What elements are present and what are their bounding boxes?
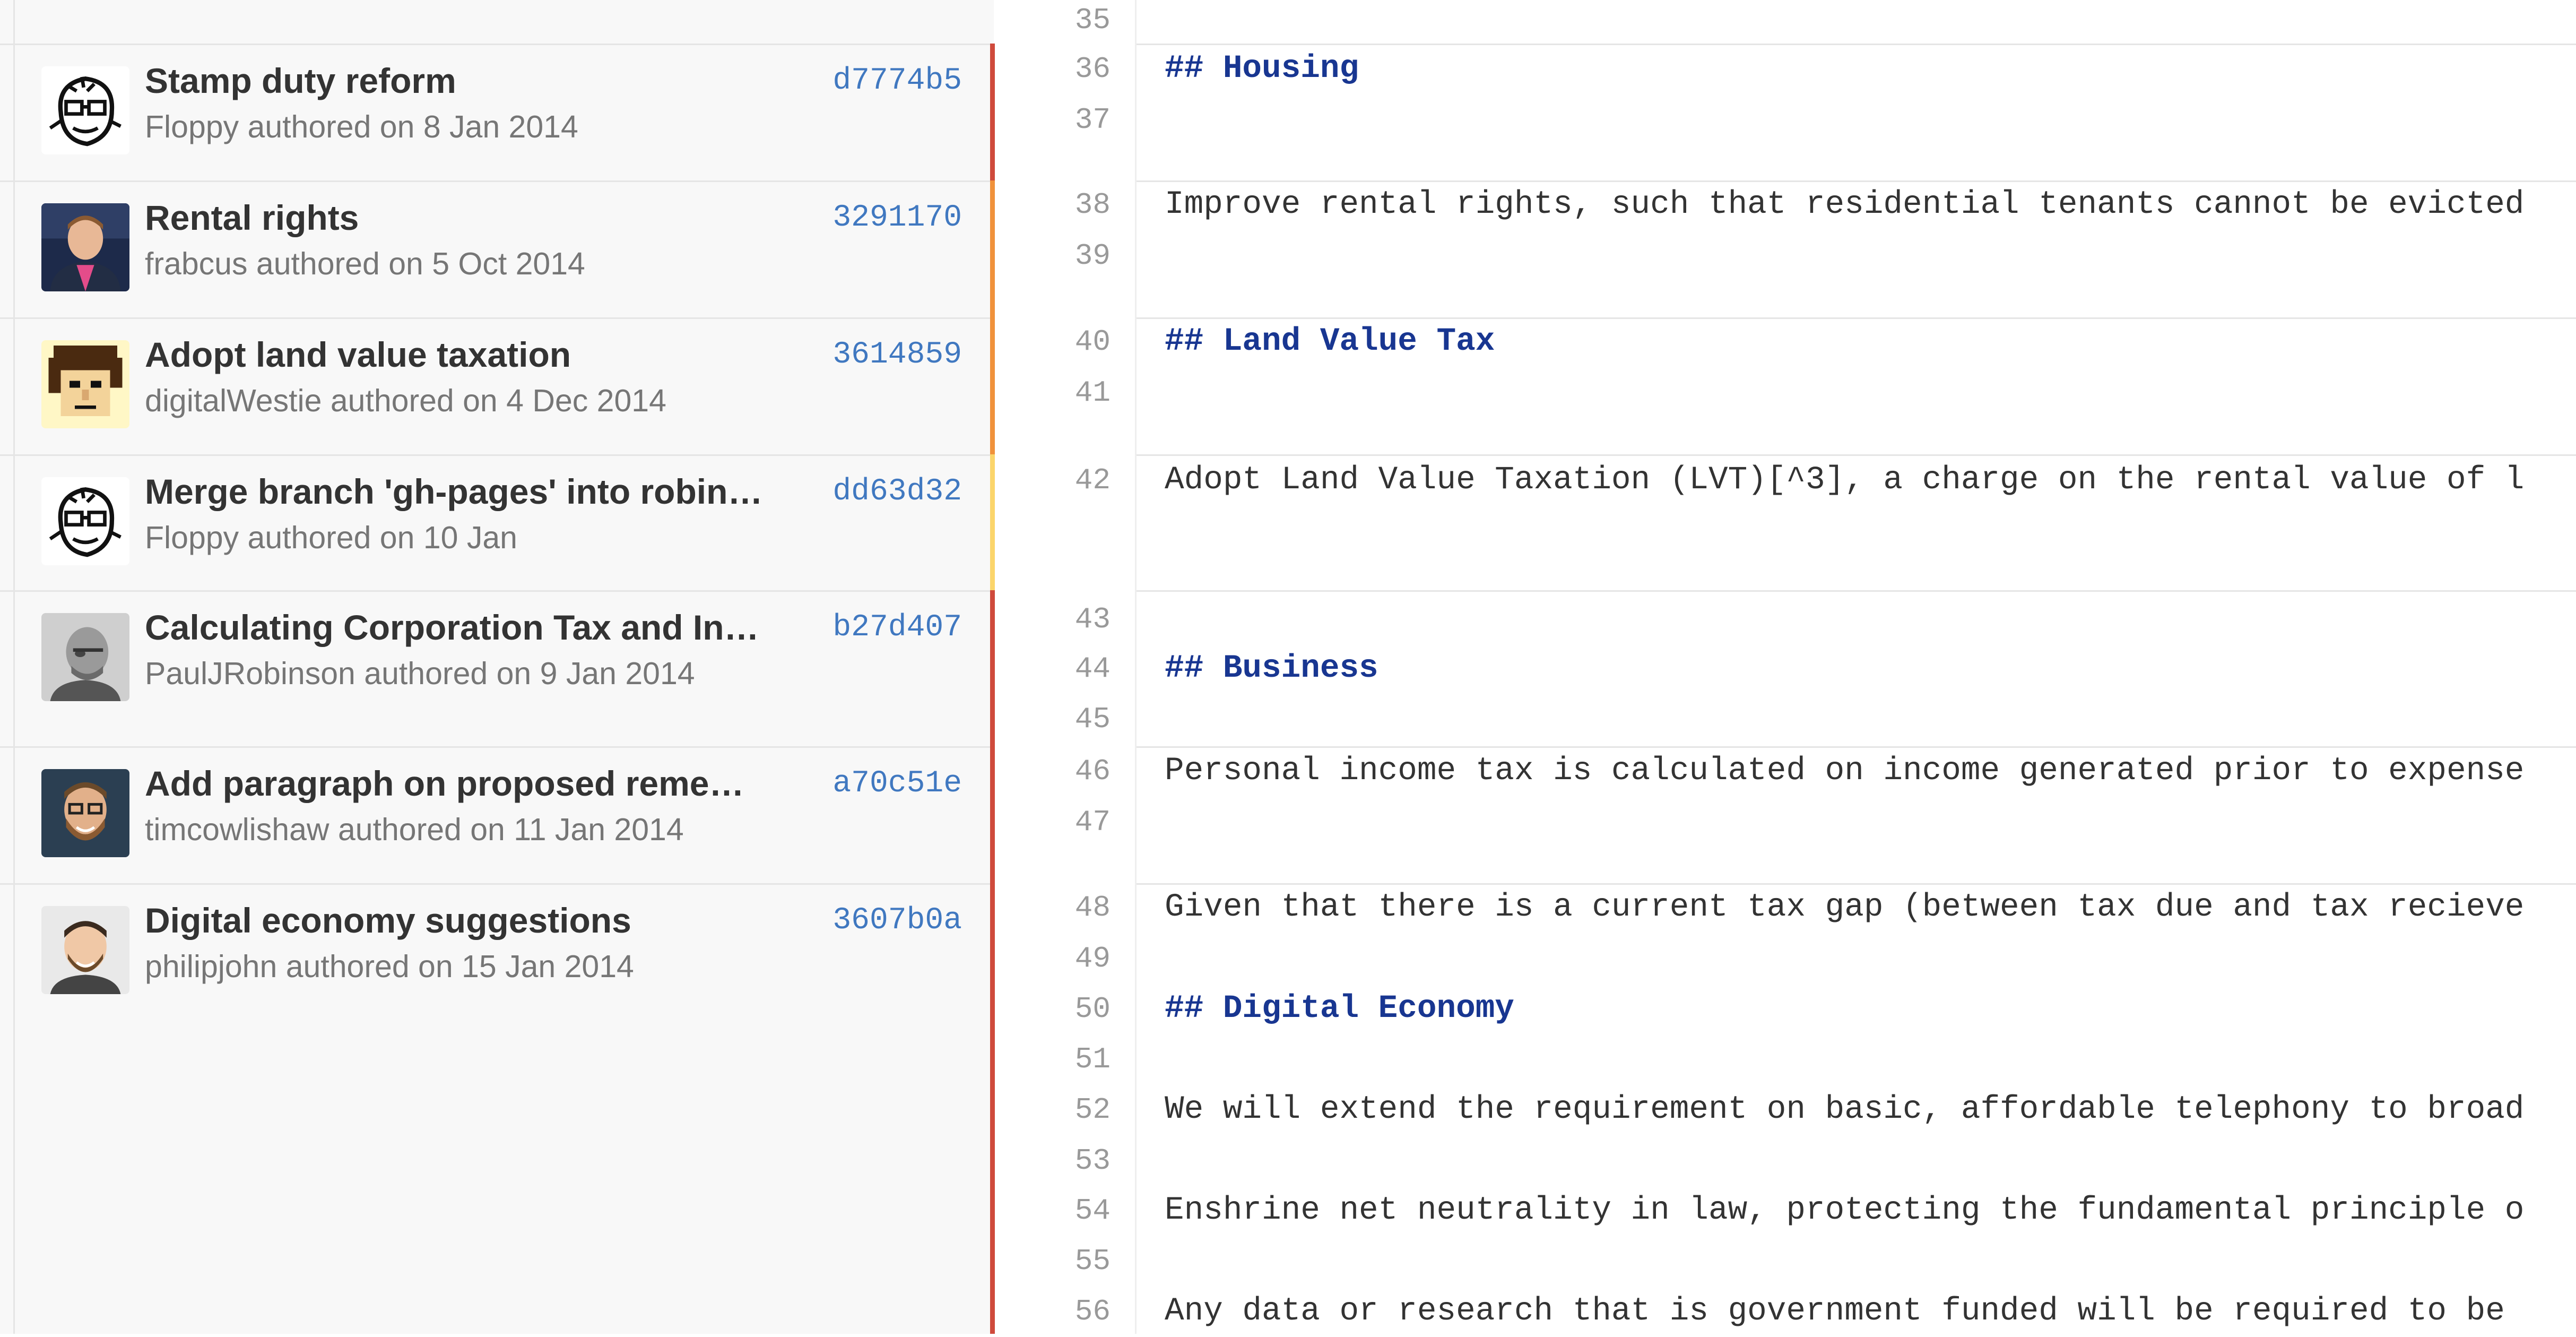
line-number[interactable]: 40 xyxy=(995,316,1111,367)
line-number[interactable]: 42 xyxy=(995,455,1111,506)
commit-meta: frabcus authored on 5 Oct 2014 xyxy=(145,245,835,283)
commit-date: authored on 10 Jan xyxy=(247,520,517,555)
commit-sha-link[interactable]: 3291170 xyxy=(832,197,962,239)
commit-block: Rental rights frabcus authored on 5 Oct 2… xyxy=(0,180,994,317)
code-line: Any data or research that is government … xyxy=(1165,1293,2505,1330)
commit-sha-link[interactable]: b27d407 xyxy=(832,607,962,649)
bald-man-photo-avatar[interactable] xyxy=(41,613,129,701)
code-line-heading: ## Business xyxy=(1165,650,1378,687)
line-number[interactable]: 56 xyxy=(995,1286,1111,1337)
commit-sha-link[interactable]: 3614859 xyxy=(832,334,962,376)
commit-sha-link[interactable]: a70c51e xyxy=(832,763,962,805)
code-line: Enshrine net neutrality in law, protecti… xyxy=(1165,1192,2525,1229)
commit-date: authored on 4 Dec 2014 xyxy=(330,383,666,418)
commit-meta: philipjohn authored on 15 Jan 2014 xyxy=(145,947,835,986)
author-name[interactable]: digitalWestie xyxy=(145,383,322,418)
author-name[interactable]: PaulJRobinson xyxy=(145,656,355,691)
code-line-heading: ## Housing xyxy=(1165,50,1359,87)
commit-date: authored on 15 Jan 2014 xyxy=(285,949,634,984)
man-pink-shirt-photo-avatar[interactable] xyxy=(41,203,129,291)
commit-block: Calculating Corporation Tax and In… PaulJ… xyxy=(0,590,994,746)
line-number[interactable]: 52 xyxy=(995,1084,1111,1135)
robot-sketch-avatar[interactable] xyxy=(41,66,129,154)
line-number[interactable]: 48 xyxy=(995,882,1111,933)
line-number[interactable]: 37 xyxy=(995,94,1111,145)
commit-block: Digital economy suggestions philipjohn au… xyxy=(0,883,994,1334)
code-line: Adopt Land Value Taxation (LVT)[^3], a c… xyxy=(1165,462,2525,498)
commit-date: authored on 9 Jan 2014 xyxy=(364,656,695,691)
blame-heat-bar xyxy=(990,317,995,454)
commit-message-link[interactable]: Add paragraph on proposed reme… xyxy=(145,762,792,805)
author-name[interactable]: Floppy xyxy=(145,109,239,144)
line-number[interactable]: 47 xyxy=(995,797,1111,848)
blame-heat-bar xyxy=(990,883,995,1334)
commit-meta: digitalWestie authored on 4 Dec 2014 xyxy=(145,382,835,420)
commit-meta: timcowlishaw authored on 11 Jan 2014 xyxy=(145,810,835,849)
line-number[interactable]: 46 xyxy=(995,746,1111,797)
code-line: Improve rental rights, such that residen… xyxy=(1165,186,2525,223)
commit-block: Adopt land value taxation digitalWestie a… xyxy=(0,317,994,454)
code-line: Given that there is a current tax gap (b… xyxy=(1165,889,2525,926)
commit-message-link[interactable]: Rental rights xyxy=(145,196,792,239)
code-line-heading: ## Digital Economy xyxy=(1165,990,1514,1027)
commit-meta: Floppy authored on 10 Jan xyxy=(145,519,835,557)
commit-date: authored on 11 Jan 2014 xyxy=(337,812,684,847)
line-number[interactable]: 54 xyxy=(995,1185,1111,1236)
line-number[interactable]: 55 xyxy=(995,1236,1111,1287)
commit-block: Merge branch 'gh-pages' into robin… Flopp… xyxy=(0,454,994,590)
line-number[interactable]: 45 xyxy=(995,694,1111,745)
line-number[interactable]: 38 xyxy=(995,179,1111,230)
blame-heat-bar xyxy=(990,180,995,317)
line-number[interactable]: 44 xyxy=(995,643,1111,694)
smiling-man-photo-avatar[interactable] xyxy=(41,906,129,994)
commit-block: Stamp duty reform Floppy authored on 8 Ja… xyxy=(0,44,994,180)
line-number[interactable]: 36 xyxy=(995,44,1111,94)
author-name[interactable]: timcowlishaw xyxy=(145,812,329,847)
commit-message-link[interactable]: Merge branch 'gh-pages' into robin… xyxy=(145,470,792,513)
commit-meta: PaulJRobinson authored on 9 Jan 2014 xyxy=(145,654,835,693)
commit-message-link[interactable]: Calculating Corporation Tax and In… xyxy=(145,606,792,649)
commit-message-link[interactable]: Stamp duty reform xyxy=(145,59,792,102)
code-line: Personal income tax is calculated on inc… xyxy=(1165,753,2525,789)
line-number[interactable]: 50 xyxy=(995,984,1111,1034)
commit-message-link[interactable]: Adopt land value taxation xyxy=(145,333,792,376)
blame-heat-bar xyxy=(990,746,995,883)
line-number[interactable]: 53 xyxy=(995,1135,1111,1186)
code-line-heading: ## Land Value Tax xyxy=(1165,323,1495,360)
commit-sha-link[interactable]: dd63d32 xyxy=(832,471,962,513)
author-name[interactable]: frabcus xyxy=(145,246,247,281)
pixel-art-face-avatar[interactable] xyxy=(41,340,129,428)
commit-message-link[interactable]: Digital economy suggestions xyxy=(145,899,792,942)
commit-sha-link[interactable]: d7774b5 xyxy=(832,60,962,102)
line-number[interactable]: 51 xyxy=(995,1034,1111,1085)
line-number[interactable]: 41 xyxy=(995,367,1111,418)
commit-date: authored on 8 Jan 2014 xyxy=(247,109,578,144)
blame-heat-bar xyxy=(990,590,995,746)
blame-heat-bar xyxy=(990,454,995,590)
author-name[interactable]: Floppy xyxy=(145,520,239,555)
line-number[interactable]: 43 xyxy=(995,594,1111,645)
commit-block: Add paragraph on proposed reme… timcowlis… xyxy=(0,746,994,883)
line-number[interactable]: 49 xyxy=(995,933,1111,984)
commit-sha-link[interactable]: 3607b0a xyxy=(832,900,962,942)
author-name[interactable]: philipjohn xyxy=(145,949,277,984)
code-line: We will extend the requirement on basic,… xyxy=(1165,1091,2525,1128)
commit-meta: Floppy authored on 8 Jan 2014 xyxy=(145,108,835,146)
commit-date: authored on 5 Oct 2014 xyxy=(256,246,585,281)
line-number[interactable]: 35 xyxy=(995,0,1111,46)
git-blame-view: Stamp duty reform Floppy authored on 8 Ja… xyxy=(0,0,2576,1334)
line-number[interactable]: 39 xyxy=(995,230,1111,281)
blame-heat-bar xyxy=(990,44,995,180)
bearded-man-glasses-photo-avatar[interactable] xyxy=(41,769,129,857)
robot-sketch-avatar[interactable] xyxy=(41,477,129,565)
